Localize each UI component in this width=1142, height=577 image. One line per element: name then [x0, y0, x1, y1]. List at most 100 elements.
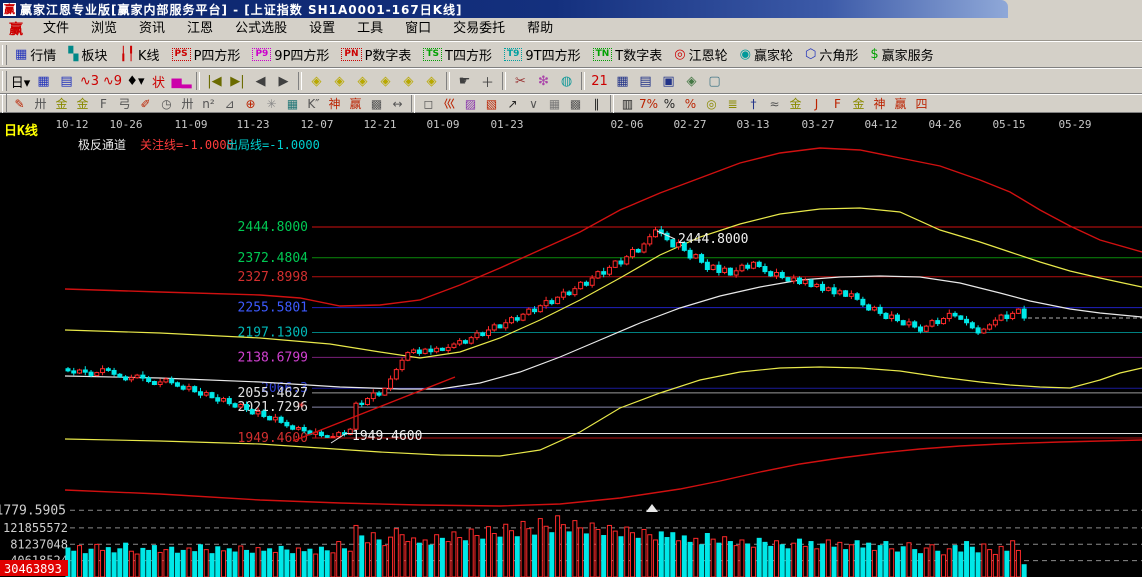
title-bar[interactable]: 赢 赢家江恩专业版[赢家内部服务平台] - [上证指数 SH1A0001-167…	[0, 0, 1142, 18]
chart-area[interactable]: 10-1210-2611-0911-2312-0712-2101-0901-23…	[0, 113, 1142, 577]
first-bar-button[interactable]: |◀	[203, 71, 226, 92]
menu-item-6[interactable]: 工具	[346, 19, 394, 39]
price-scale-icon[interactable]: ▥	[617, 96, 638, 112]
scissors-button[interactable]: ✂	[509, 71, 532, 92]
purple-fan-icon[interactable]: ▨	[460, 96, 481, 112]
percent7-icon[interactable]: 7%	[638, 96, 659, 112]
diamond-left-button[interactable]: ◈	[305, 71, 328, 92]
candle-style-dropdown[interactable]: ♦▾	[124, 71, 147, 92]
diamond-hwidth-button[interactable]: ◈	[351, 71, 374, 92]
diamond-compress-button[interactable]: ◈	[374, 71, 397, 92]
volume-bar	[233, 552, 237, 577]
f-grid-icon[interactable]: F	[93, 96, 114, 112]
draw-pen-icon[interactable]: ✎	[9, 96, 30, 112]
gold-mid-icon[interactable]: 金	[785, 96, 806, 112]
t-table-button[interactable]: TNT数字表	[587, 44, 669, 66]
percent-line-icon[interactable]: %	[680, 96, 701, 112]
red-box-fan-icon[interactable]: ▧	[481, 96, 502, 112]
k-quote-icon[interactable]: K″	[303, 96, 324, 112]
p-table-button[interactable]: PNP数字表	[335, 44, 417, 66]
p9-square-button[interactable]: P99P四方形	[246, 44, 335, 66]
chart-window-icon[interactable]: ▦	[32, 71, 55, 92]
hexagon-button[interactable]: ⬡六角形	[799, 44, 864, 66]
width-arrows-icon[interactable]: ↔	[387, 96, 408, 112]
n-square-icon[interactable]: n²	[198, 96, 219, 112]
coil-icon[interactable]: 弓	[114, 96, 135, 112]
wave9-icon[interactable]: ∿9	[101, 71, 124, 92]
dense-grid-icon[interactable]: ▩	[366, 96, 387, 112]
diamond-right-button[interactable]: ◈	[328, 71, 351, 92]
last-bar-button[interactable]: ▶|	[226, 71, 249, 92]
wheel-star-icon[interactable]: ✳	[261, 96, 282, 112]
t-square-button[interactable]: TST四方形	[417, 44, 498, 66]
four-angle-icon[interactable]: 四	[911, 96, 932, 112]
diamond-expand-button[interactable]: ◈	[397, 71, 420, 92]
gold-circle-icon[interactable]: ◎	[701, 96, 722, 112]
diamond-full-button[interactable]: ◈	[420, 71, 443, 92]
j-angle-icon[interactable]: J	[806, 96, 827, 112]
grid-arrow-icon[interactable]: ▩	[565, 96, 586, 112]
arrow-line-icon[interactable]: ↗	[502, 96, 523, 112]
t9-square-button[interactable]: T99T四方形	[498, 44, 587, 66]
period-day-dropdown[interactable]: 日▾	[9, 71, 32, 92]
quotes-button[interactable]: ▦行情	[9, 44, 62, 66]
menu-item-7[interactable]: 窗口	[394, 19, 442, 39]
prev-bar-button[interactable]: ◀	[249, 71, 272, 92]
info-panel-icon[interactable]: ▤	[55, 71, 78, 92]
red-fan-icon[interactable]: 巛	[439, 96, 460, 112]
calendar21-button[interactable]: 21	[588, 71, 611, 92]
win-angle-icon[interactable]: 赢	[890, 96, 911, 112]
sword-icon[interactable]: †	[743, 96, 764, 112]
kline-button[interactable]: ╽╿K线	[113, 44, 165, 66]
web-grid-icon[interactable]: ▦	[282, 96, 303, 112]
f-angle-icon[interactable]: F	[827, 96, 848, 112]
candle-body	[982, 329, 986, 333]
p-square-button[interactable]: PSP四方形	[166, 44, 247, 66]
target-icon[interactable]: ⊕	[240, 96, 261, 112]
computer-button[interactable]: ▢	[703, 71, 726, 92]
gray-grid-icon[interactable]: ▦	[544, 96, 565, 112]
win-grid-icon[interactable]: 赢	[345, 96, 366, 112]
pattern-icon[interactable]: 状	[147, 71, 170, 92]
percent-icon[interactable]: %	[659, 96, 680, 112]
ruyi-button[interactable]: ❇	[532, 71, 555, 92]
gold-lines-icon[interactable]: ≣	[722, 96, 743, 112]
frame-tool-icon[interactable]: ◻	[418, 96, 439, 112]
check-line-icon[interactable]: ∨	[523, 96, 544, 112]
menu-item-8[interactable]: 交易委托	[442, 19, 516, 39]
menu-item-9[interactable]: 帮助	[516, 19, 564, 39]
shen-grid-icon[interactable]: 神	[324, 96, 345, 112]
menu-item-1[interactable]: 浏览	[80, 19, 128, 39]
wave-channel-icon[interactable]: ≈	[764, 96, 785, 112]
winner-wheel-button[interactable]: ◉赢家轮	[734, 44, 799, 66]
comb-grid-icon[interactable]: 卅	[177, 96, 198, 112]
menu-item-5[interactable]: 设置	[298, 19, 346, 39]
crosshair-tool-button[interactable]: ＋	[476, 71, 499, 92]
red-brush-icon[interactable]: ✐	[135, 96, 156, 112]
brain-button[interactable]: ◍	[555, 71, 578, 92]
gann-wheel-button[interactable]: ◎江恩轮	[668, 44, 733, 66]
gold-grid-a-icon[interactable]: 金	[51, 96, 72, 112]
gann-grid-icon[interactable]: 卅	[30, 96, 51, 112]
wave3-icon[interactable]: ∿3	[78, 71, 101, 92]
menu-item-4[interactable]: 公式选股	[224, 19, 298, 39]
next-bar-button[interactable]: ▶	[272, 71, 295, 92]
shen-angle-icon[interactable]: 神	[869, 96, 890, 112]
notes-button[interactable]: ▤	[634, 71, 657, 92]
circle-gann-icon[interactable]: ◷	[156, 96, 177, 112]
menu-item-0[interactable]: 文件	[32, 19, 80, 39]
hand-tool-button[interactable]: ☛	[453, 71, 476, 92]
calculator-button[interactable]: ▦	[611, 71, 634, 92]
save-button[interactable]: ▣	[657, 71, 680, 92]
sectors-button[interactable]: ▚板块	[62, 44, 113, 66]
color-volume-icon[interactable]: ▅▂	[170, 71, 193, 92]
gold-angle-icon[interactable]: 金	[848, 96, 869, 112]
parallel-lines-icon[interactable]: ∥	[586, 96, 607, 112]
menu-item-3[interactable]: 江恩	[176, 19, 224, 39]
gold-grid-b-icon[interactable]: 金	[72, 96, 93, 112]
angle-icon[interactable]: ⊿	[219, 96, 240, 112]
volume-bar	[538, 519, 542, 577]
menu-item-2[interactable]: 资讯	[128, 19, 176, 39]
winner-service-button[interactable]: $赢家服务	[864, 44, 939, 66]
export-data-button[interactable]: ◈	[680, 71, 703, 92]
